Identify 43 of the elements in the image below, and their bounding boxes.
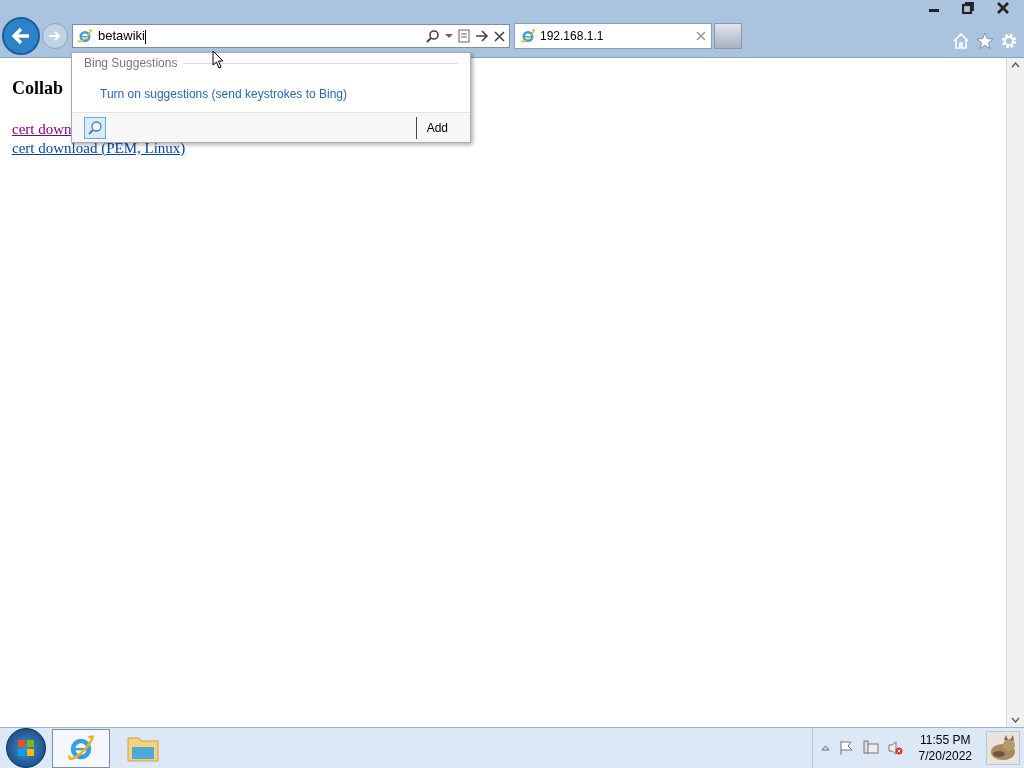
suggestions-header: Bing Suggestions [84, 55, 178, 72]
restore-icon[interactable] [962, 2, 974, 14]
windows-logo-icon [16, 738, 36, 758]
flag-icon[interactable] [838, 740, 855, 756]
turn-on-suggestions-link[interactable]: Turn on suggestions (send keystrokes to Bing) [100, 85, 347, 103]
scroll-up-icon[interactable] [1011, 62, 1020, 68]
close-tab-icon[interactable] [696, 31, 706, 41]
scrollbar[interactable] [1006, 58, 1024, 727]
star-icon[interactable] [976, 32, 994, 50]
network-icon[interactable] [862, 740, 879, 756]
magnifier-icon [87, 119, 103, 136]
address-text: betawiki [98, 27, 147, 46]
clock-date[interactable]: 7/20/2022 [918, 748, 972, 764]
scroll-down-icon[interactable] [1011, 717, 1020, 723]
right-arrow-icon [48, 30, 62, 42]
search-provider-button[interactable] [84, 116, 106, 139]
taskbar-app[interactable] [52, 728, 110, 768]
browser-logo-icon [520, 28, 536, 44]
stop-icon[interactable] [494, 30, 505, 42]
back-button[interactable] [2, 17, 40, 55]
page-link[interactable]: cert download (PEM, Linux) [12, 139, 186, 158]
new-tab-button[interactable] [714, 23, 742, 49]
tab-title: 192.168.1.1 [540, 28, 605, 45]
browser-logo-icon [77, 28, 93, 44]
browser-icon [66, 733, 96, 763]
add-button[interactable]: Add [416, 118, 458, 137]
left-arrow-icon [11, 27, 31, 45]
forward-button[interactable] [42, 23, 68, 49]
close-icon[interactable] [996, 2, 1010, 14]
dropdown-caret-icon[interactable] [445, 33, 453, 39]
show-hidden-icons[interactable] [820, 745, 830, 751]
go-arrow-icon[interactable] [475, 30, 489, 42]
start-button[interactable] [6, 728, 46, 768]
show-desktop-button[interactable] [986, 731, 1020, 765]
address-bar[interactable]: betawiki [72, 24, 510, 48]
page-icon[interactable] [458, 29, 470, 43]
browser-tab[interactable]: 192.168.1.1 [514, 23, 712, 49]
search-icon[interactable] [426, 29, 440, 43]
muted-speaker-icon[interactable] [886, 740, 903, 756]
page-link[interactable]: cert down [12, 120, 72, 139]
folder-icon [127, 734, 159, 762]
page-heading: Collab [12, 77, 63, 100]
clock-time[interactable]: 11:55 PM [920, 732, 971, 748]
